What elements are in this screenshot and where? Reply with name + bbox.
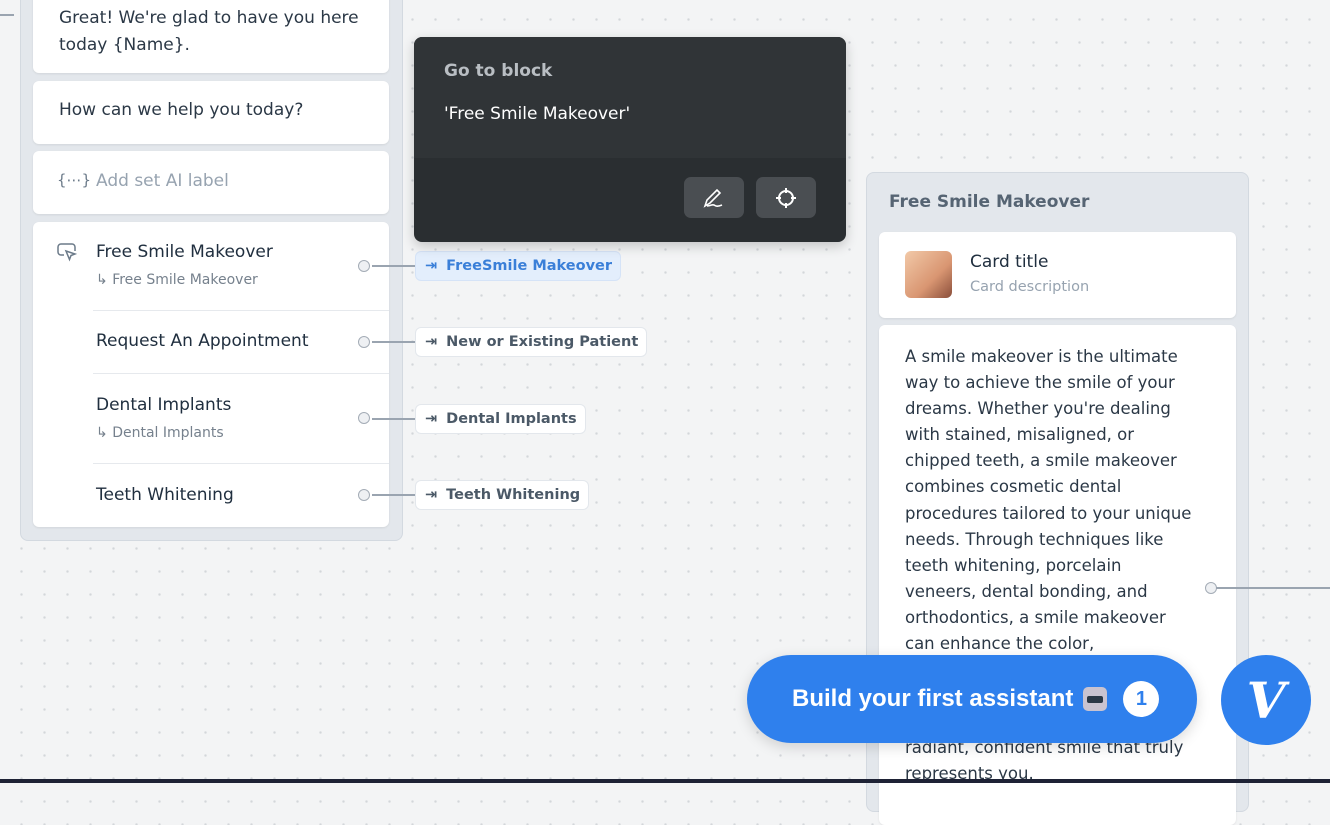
chip-label: Teeth Whitening — [446, 487, 581, 503]
choice-label: Dental Implants — [96, 395, 232, 415]
choice-item[interactable]: Teeth Whitening — [33, 463, 389, 527]
choice-port[interactable] — [358, 260, 370, 272]
choice-label: Teeth Whitening — [96, 485, 234, 505]
choice-sub: ↳ Free Smile Makeover — [96, 272, 258, 288]
chip-label: New or Existing Patient — [446, 334, 639, 350]
card-title: Card title — [970, 252, 1049, 272]
pen-icon — [703, 188, 723, 208]
goto-block-icon: ⇥ — [425, 487, 438, 503]
goto-block-icon: ⇥ — [425, 411, 438, 427]
goto-chip-dental-implants[interactable]: ⇥ Dental Implants — [415, 404, 586, 434]
goto-block-icon: ⇥ — [425, 334, 438, 350]
robot-icon — [1083, 687, 1108, 711]
message-card[interactable]: How can we help you today? — [33, 81, 389, 144]
voiceflow-logo-button[interactable]: V — [1221, 655, 1311, 745]
text-card[interactable]: A smile makeover is the ultimate way to … — [879, 325, 1236, 825]
message-text: Great! We're glad to have you here today… — [59, 8, 359, 55]
text-content: A smile makeover is the ultimate way to … — [905, 347, 1192, 654]
block-title: Free Smile Makeover — [889, 192, 1090, 212]
build-assistant-button[interactable]: Build your first assistant 1 — [747, 655, 1197, 743]
card-image — [905, 251, 952, 298]
popover-title: Go to block — [444, 61, 553, 81]
message-text: How can we help you today? — [59, 100, 304, 120]
choice-sub: ↳ Dental Implants — [96, 425, 224, 441]
choice-label: Free Smile Makeover — [96, 242, 273, 262]
choice-item[interactable]: Free Smile Makeover ↳ Free Smile Makeove… — [33, 222, 389, 310]
ai-label-placeholder[interactable]: Add set AI label — [96, 171, 229, 191]
crosshair-icon — [776, 187, 796, 208]
goto-block-icon: ⇥ — [425, 258, 438, 274]
ai-label-card[interactable]: {⋯} Add set AI label — [33, 151, 389, 214]
goto-chip-teeth-whitening[interactable]: ⇥ Teeth Whitening — [415, 480, 590, 510]
connector-line — [0, 14, 14, 16]
choice-port[interactable] — [358, 489, 370, 501]
cta-label: Build your first assistant — [792, 685, 1074, 712]
goto-chip-new-patient[interactable]: ⇥ New or Existing Patient — [415, 327, 648, 357]
edit-button[interactable] — [684, 177, 744, 218]
popover-value: 'Free Smile Makeover' — [444, 104, 631, 124]
goto-chip-free-smile[interactable]: ⇥ FreeSmile Makeover — [415, 251, 622, 281]
bottom-bar — [0, 779, 1330, 783]
choice-port[interactable] — [358, 412, 370, 424]
choice-block[interactable]: Great! We're glad to have you here today… — [20, 0, 403, 541]
goto-block-popover: Go to block 'Free Smile Makeover' — [414, 37, 846, 242]
card-description: Card description — [970, 279, 1090, 295]
variable-braces-icon: {⋯} — [57, 171, 92, 189]
locate-button[interactable] — [756, 177, 816, 218]
choice-port[interactable] — [358, 336, 370, 348]
choice-label: Request An Appointment — [96, 331, 309, 351]
step-badge: 1 — [1123, 681, 1160, 717]
choice-item[interactable]: Request An Appointment — [33, 310, 389, 373]
card-item[interactable]: Card title Card description — [879, 232, 1236, 318]
chip-label: Dental Implants — [446, 411, 577, 427]
choices-card: Free Smile Makeover ↳ Free Smile Makeove… — [33, 222, 389, 527]
chip-label: FreeSmile Makeover — [446, 258, 613, 274]
message-card[interactable]: Great! We're glad to have you here today… — [33, 0, 389, 73]
choice-item[interactable]: Dental Implants ↳ Dental Implants — [33, 373, 389, 463]
